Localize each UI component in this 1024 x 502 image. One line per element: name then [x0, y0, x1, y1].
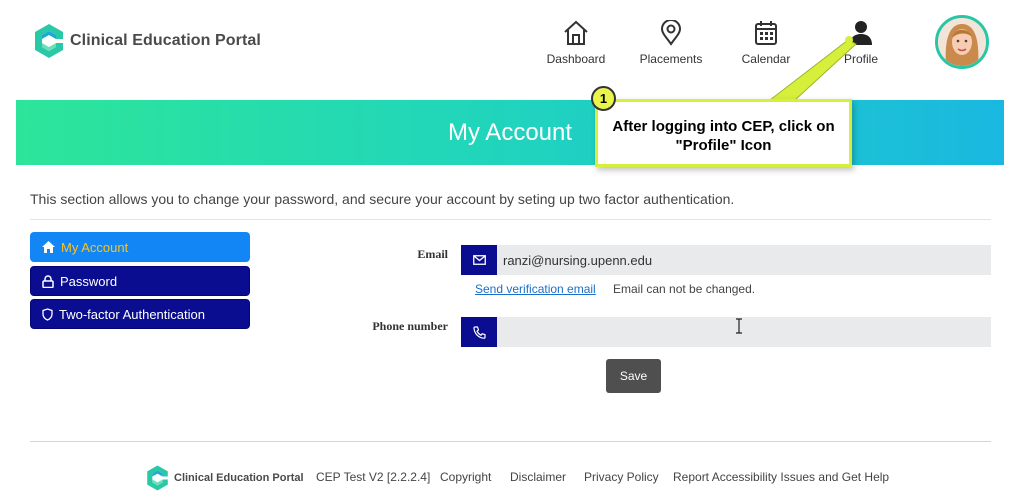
footer-divider — [30, 441, 991, 442]
step-badge: 1 — [591, 86, 616, 111]
menu-two-factor-label: Two-factor Authentication — [59, 306, 205, 322]
nav-dashboard[interactable]: Dashboard — [536, 20, 616, 66]
menu-my-account[interactable]: My Account — [30, 232, 250, 262]
footer-privacy-link[interactable]: Privacy Policy — [584, 470, 659, 484]
home-icon — [42, 241, 55, 253]
logo-text: Clinical Education Portal — [70, 32, 261, 49]
nav-placements-label: Placements — [639, 52, 703, 66]
phone-label: Phone number — [372, 319, 448, 333]
menu-two-factor[interactable]: Two-factor Authentication — [30, 299, 250, 329]
save-button[interactable]: Save — [606, 359, 661, 393]
footer-logo-text: Clinical Education Portal — [174, 472, 304, 484]
user-icon — [850, 21, 872, 45]
nav-placements[interactable]: Placements — [631, 20, 711, 66]
send-verification-link[interactable]: Send verification email — [475, 282, 596, 296]
text-cursor-icon — [736, 318, 742, 334]
app-logo[interactable]: Clinical Education Portal — [32, 22, 261, 60]
calendar-icon — [755, 21, 777, 45]
footer-disclaimer-link[interactable]: Disclaimer — [510, 470, 566, 484]
menu-password-label: Password — [60, 273, 118, 289]
section-description: This section allows you to change your p… — [30, 191, 735, 207]
nav-profile[interactable]: Profile — [821, 20, 901, 66]
menu-my-account-label: My Account — [61, 239, 129, 255]
shield-icon — [42, 307, 53, 321]
tutorial-callout: After logging into CEP, click on "Profil… — [595, 99, 852, 167]
phone-icon-box — [461, 317, 497, 347]
user-photo-icon — [938, 18, 986, 66]
footer-copyright-link[interactable]: Copyright — [440, 470, 491, 484]
divider — [30, 219, 991, 220]
envelope-icon — [472, 255, 486, 265]
email-icon-box — [461, 245, 497, 275]
footer-accessibility-link[interactable]: Report Accessibility Issues and Get Help — [673, 470, 889, 484]
email-field[interactable] — [497, 245, 991, 275]
footer-logo[interactable]: Clinical Education Portal — [145, 463, 304, 493]
nav-dashboard-label: Dashboard — [546, 52, 606, 66]
map-pin-icon — [660, 20, 682, 46]
lock-icon — [42, 274, 54, 288]
page-banner: My Account — [16, 100, 1004, 165]
phone-icon — [472, 325, 486, 339]
menu-password[interactable]: Password — [30, 266, 250, 296]
email-note: Email can not be changed. — [613, 282, 756, 296]
nav-calendar-label: Calendar — [741, 52, 791, 66]
top-header: Clinical Education Portal Dashboard Plac… — [0, 0, 1024, 90]
phone-field[interactable] — [497, 317, 991, 347]
footer-version: CEP Test V2 [2.2.2.4] — [316, 470, 431, 484]
avatar[interactable] — [935, 15, 989, 69]
callout-text: After logging into CEP, click on "Profil… — [612, 118, 835, 154]
cep-logo-icon — [35, 24, 63, 58]
nav-profile-label: Profile — [843, 52, 878, 66]
home-icon — [564, 20, 588, 45]
page-title: My Account — [447, 119, 573, 146]
cep-logo-icon — [147, 465, 168, 491]
email-label: Email — [417, 247, 448, 261]
nav-calendar[interactable]: Calendar — [726, 20, 806, 66]
